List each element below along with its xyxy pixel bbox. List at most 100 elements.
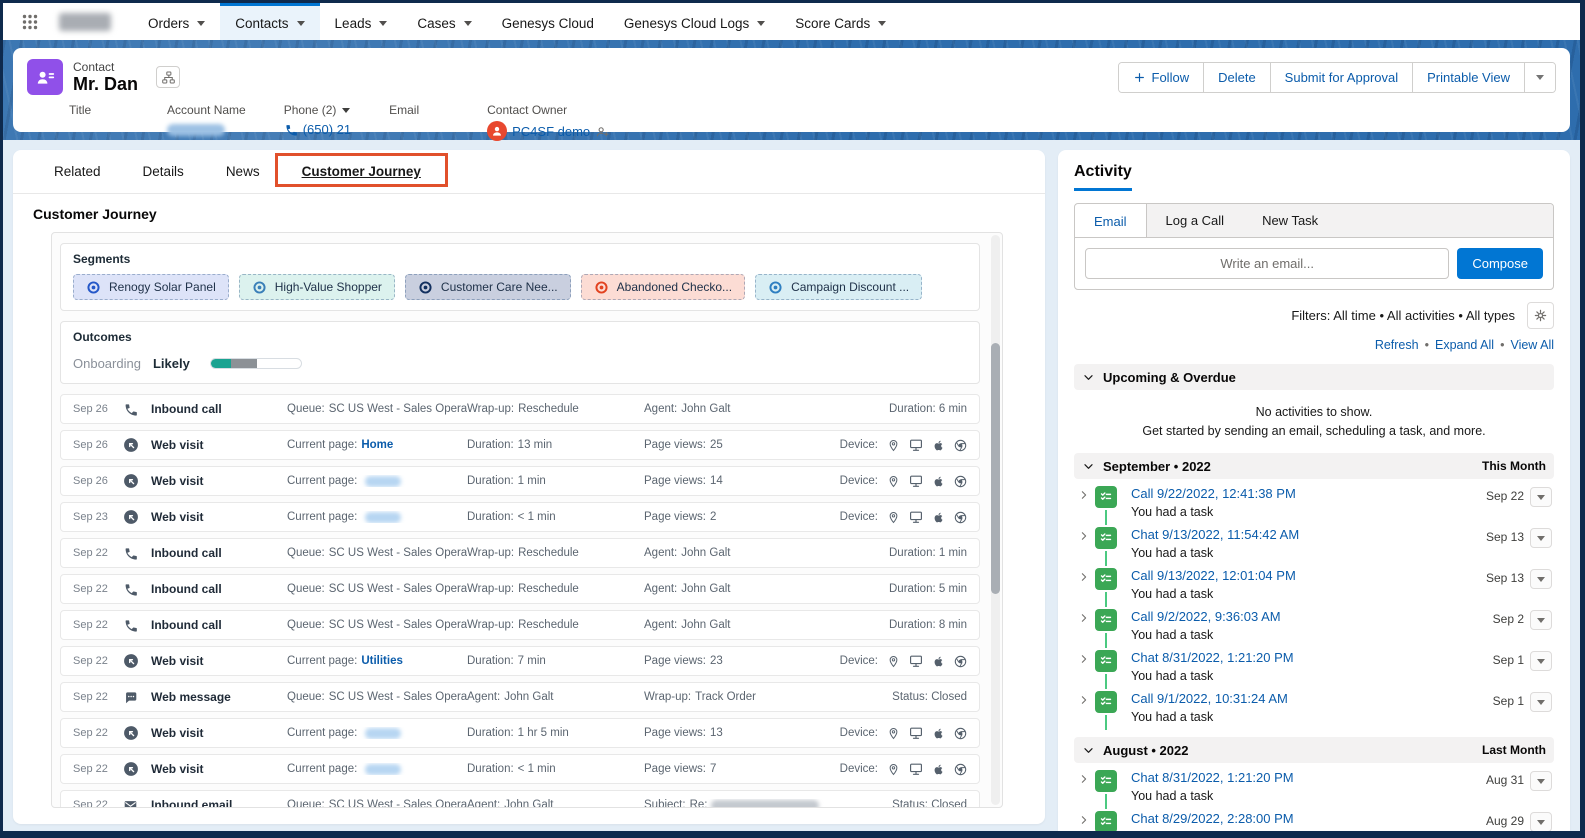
current-page-link[interactable]: Utilities — [361, 655, 403, 667]
nav-tab[interactable]: Score Cards — [780, 3, 901, 40]
composer-tab[interactable]: New Task — [1243, 204, 1337, 237]
journey-event-row[interactable]: Sep 22 Inbound call Queue: SC US West - … — [60, 574, 980, 604]
event-date: Sep 22 — [73, 763, 123, 775]
journey-event-row[interactable]: Sep 26 Web visit Current page: — [60, 466, 980, 496]
nav-tab[interactable]: Orders — [133, 3, 220, 40]
expand-all-link[interactable]: Expand All — [1435, 338, 1494, 352]
nav-tab[interactable]: Genesys Cloud Logs — [609, 3, 780, 40]
field-contact-owner: Contact Owner PC4SF demo — [487, 102, 610, 141]
activity-item-link[interactable]: Chat 8/29/2022, 2:28:00 PM — [1131, 811, 1294, 826]
expand-chevron-icon[interactable] — [1078, 609, 1095, 627]
journey-event-row[interactable]: Sep 26 Web visit Current page: Home — [60, 430, 980, 460]
segment-chip[interactable]: Campaign Discount ... — [755, 274, 922, 300]
activity-item-link[interactable]: Call 9/13/2022, 12:01:04 PM — [1131, 568, 1296, 583]
composer-tab[interactable]: Log a Call — [1147, 204, 1244, 237]
nav-tab[interactable]: Cases — [402, 3, 486, 40]
view-all-link[interactable]: View All — [1510, 338, 1554, 352]
activity-item-menu-button[interactable] — [1530, 487, 1552, 507]
event-type-icon — [123, 690, 151, 705]
expand-chevron-icon[interactable] — [1078, 568, 1095, 586]
upcoming-overdue-section-header[interactable]: Upcoming & Overdue — [1074, 364, 1554, 390]
segment-chip[interactable]: Customer Care Nee... — [405, 274, 571, 300]
scrollbar-thumb[interactable] — [991, 343, 1000, 594]
activity-item-link[interactable]: Chat 9/13/2022, 11:54:42 AM — [1131, 527, 1299, 542]
segment-chip[interactable]: Renogy Solar Panel — [73, 274, 229, 300]
record-tab[interactable]: News — [205, 150, 281, 193]
activity-item-link[interactable]: Chat 8/31/2022, 1:21:20 PM — [1131, 770, 1294, 785]
composer-tab[interactable]: Email — [1075, 204, 1147, 238]
refresh-link[interactable]: Refresh — [1375, 338, 1419, 352]
journey-event-row[interactable]: Sep 22 Inbound call Queue: SC US West - … — [60, 610, 980, 640]
expand-chevron-icon[interactable] — [1078, 486, 1095, 504]
activity-item-menu-button[interactable] — [1530, 692, 1552, 712]
location-pin-icon — [887, 727, 900, 740]
activity-item-menu-button[interactable] — [1530, 569, 1552, 589]
submit-for-approval-button[interactable]: Submit for Approval — [1270, 63, 1412, 92]
journey-event-row[interactable]: Sep 23 Web visit Current page: — [60, 502, 980, 532]
activity-item-menu-button[interactable] — [1530, 610, 1552, 630]
event-right-meta: Device: — [840, 438, 967, 452]
activity-item-link[interactable]: Call 9/22/2022, 12:41:38 PM — [1131, 486, 1296, 501]
segment-chip[interactable]: High-Value Shopper — [239, 274, 395, 300]
app-launcher-waffle-icon[interactable] — [15, 3, 45, 40]
owner-link[interactable]: PC4SF demo — [512, 124, 590, 139]
segment-chip[interactable]: Abandoned Checko... — [581, 274, 745, 300]
nav-tab[interactable]: Contacts — [220, 3, 319, 40]
email-input[interactable] — [1085, 248, 1449, 279]
compose-button[interactable]: Compose — [1457, 248, 1543, 279]
chevron-down-icon — [1537, 820, 1545, 825]
phone-link[interactable]: (650) 21 — [303, 122, 351, 137]
journey-event-row[interactable]: Sep 22 Web visit Current page: Utilities — [60, 646, 980, 676]
segment-target-icon — [418, 280, 433, 295]
expand-chevron-icon[interactable] — [1078, 811, 1095, 829]
delete-button[interactable]: Delete — [1203, 63, 1270, 92]
nav-tab[interactable]: Genesys Cloud — [487, 3, 609, 40]
event-type-label: Web visit — [151, 510, 287, 524]
event-type-label: Inbound call — [151, 582, 287, 596]
journey-event-row[interactable]: Sep 22 Web message Queue: SC US West - S… — [60, 682, 980, 712]
activity-item-menu-button[interactable] — [1530, 771, 1552, 791]
account-name-blurred[interactable] — [167, 124, 225, 136]
expand-chevron-icon[interactable] — [1078, 691, 1095, 709]
journey-event-row[interactable]: Sep 22 Inbound email Queue: SC US West - — [60, 790, 980, 808]
activity-item-menu-button[interactable] — [1530, 812, 1552, 831]
segment-chip-label: Campaign Discount ... — [791, 280, 909, 294]
journey-event-row[interactable]: Sep 26 Inbound call Queue: SC US West - … — [60, 394, 980, 424]
activity-item-link[interactable]: Call 9/2/2022, 9:36:03 AM — [1131, 609, 1281, 624]
printable-view-button[interactable]: Printable View — [1412, 63, 1524, 92]
activity-item-menu-button[interactable] — [1530, 651, 1552, 671]
chevron-down-icon — [1537, 618, 1545, 623]
event-col1: Current page: — [287, 475, 467, 487]
task-icon — [1095, 609, 1117, 631]
segment-chip-label: Abandoned Checko... — [617, 280, 732, 294]
activity-item-link[interactable]: Chat 8/31/2022, 1:21:20 PM — [1131, 650, 1294, 665]
expand-chevron-icon[interactable] — [1078, 527, 1095, 545]
journey-event-row[interactable]: Sep 22 Web visit Current page: — [60, 754, 980, 784]
activity-item-link[interactable]: Call 9/1/2022, 10:31:24 AM — [1131, 691, 1288, 706]
nav-tab-label: Score Cards — [795, 16, 870, 31]
journey-event-row[interactable]: Sep 22 Web visit Current page: — [60, 718, 980, 748]
org-chart-button[interactable] — [156, 66, 180, 88]
monitor-icon — [909, 726, 923, 740]
journey-scrollbar — [991, 235, 1000, 805]
field-title: Title — [69, 102, 129, 141]
follow-button[interactable]: Follow — [1119, 63, 1204, 92]
expand-chevron-icon[interactable] — [1078, 770, 1095, 788]
september-section-header[interactable]: September • 2022 This Month — [1074, 453, 1554, 479]
record-tab[interactable]: Customer Journey — [281, 150, 442, 193]
journey-event-row[interactable]: Sep 22 Inbound call Queue: SC US West - … — [60, 538, 980, 568]
change-owner-icon[interactable] — [595, 124, 610, 139]
current-page-link[interactable]: Home — [361, 439, 393, 451]
august-section-header[interactable]: August • 2022 Last Month — [1074, 737, 1554, 763]
activity-item-menu-button[interactable] — [1530, 528, 1552, 548]
nav-tab[interactable]: Leads — [320, 3, 403, 40]
record-tab[interactable]: Related — [33, 150, 122, 193]
composer-tab-label: New Task — [1262, 213, 1318, 228]
chevron-down-icon[interactable] — [342, 108, 350, 113]
chevron-down-icon — [757, 21, 765, 26]
event-col1: Queue: SC US West - Sales Operations SC … — [287, 583, 467, 595]
record-tab[interactable]: Details — [122, 150, 205, 193]
filters-gear-button[interactable] — [1527, 302, 1554, 329]
expand-chevron-icon[interactable] — [1078, 650, 1095, 668]
more-actions-button[interactable] — [1524, 63, 1555, 92]
